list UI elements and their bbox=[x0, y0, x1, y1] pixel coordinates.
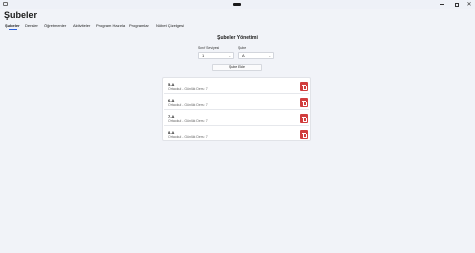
class-level-value: 1 bbox=[202, 53, 205, 58]
active-tab-indicator bbox=[9, 29, 17, 30]
maximize-button[interactable] bbox=[451, 0, 463, 9]
class-level-label: Sınıf Seviyesi bbox=[198, 46, 220, 50]
list-item: 8-A Ortaokul - Günlük Ders: 7 bbox=[164, 127, 309, 142]
branch-detail: Ortaokul - Günlük Ders: 7 bbox=[168, 119, 208, 123]
branch-detail: Ortaokul - Günlük Ders: 7 bbox=[168, 103, 208, 107]
trash-icon bbox=[302, 84, 307, 90]
tab-subeler[interactable]: Şubeler bbox=[5, 23, 20, 28]
tab-dersler[interactable]: Dersler bbox=[25, 23, 38, 28]
maximize-icon bbox=[455, 2, 459, 7]
list-item: 5-A Ortaokul - Günlük Ders: 7 bbox=[164, 79, 309, 94]
class-level-select[interactable]: 1 ⌄ bbox=[198, 52, 234, 59]
list-item: 7-A Ortaokul - Günlük Ders: 7 bbox=[164, 111, 309, 126]
delete-button[interactable] bbox=[300, 82, 308, 91]
app-icon bbox=[3, 2, 8, 6]
chevron-down-icon: ⌄ bbox=[268, 54, 271, 58]
title-bar: ✕ bbox=[0, 0, 475, 9]
branch-detail: Ortaokul - Günlük Ders: 7 bbox=[168, 135, 208, 139]
tab-nobet-cizelgesi[interactable]: Nöbet Çizelgesi bbox=[156, 23, 184, 28]
tab-bar: Şubeler Dersler Öğretmenler Aktiviteler … bbox=[0, 22, 475, 32]
page-title: Şubeler bbox=[4, 10, 38, 20]
delete-button[interactable] bbox=[300, 114, 308, 123]
trash-icon bbox=[302, 100, 307, 106]
tab-ogretmenler[interactable]: Öğretmenler bbox=[44, 23, 66, 28]
add-branch-button[interactable]: Şube Ekle bbox=[212, 64, 262, 71]
tab-program-hazirla[interactable]: Program Hazırla bbox=[96, 23, 125, 28]
section-title: Şubeler Yönetimi bbox=[217, 35, 258, 41]
close-icon: ✕ bbox=[466, 1, 472, 8]
branch-label: Şube bbox=[238, 46, 247, 50]
minimize-icon bbox=[440, 4, 444, 5]
close-button[interactable]: ✕ bbox=[463, 0, 475, 9]
tab-aktiviteler[interactable]: Aktiviteler bbox=[73, 23, 90, 28]
branch-detail: Ortaokul - Günlük Ders: 7 bbox=[168, 87, 208, 91]
branch-list: 5-A Ortaokul - Günlük Ders: 7 6-A Ortaok… bbox=[162, 77, 311, 141]
list-item: 6-A Ortaokul - Günlük Ders: 7 bbox=[164, 95, 309, 110]
chevron-down-icon: ⌄ bbox=[228, 54, 231, 58]
branch-select[interactable]: A ⌄ bbox=[238, 52, 274, 59]
drag-handle[interactable] bbox=[233, 3, 241, 6]
trash-icon bbox=[302, 116, 307, 122]
branch-value: A bbox=[242, 53, 245, 58]
tab-programlar[interactable]: Programlar bbox=[129, 23, 149, 28]
delete-button[interactable] bbox=[300, 98, 308, 107]
delete-button[interactable] bbox=[300, 130, 308, 139]
minimize-button[interactable] bbox=[436, 0, 448, 9]
trash-icon bbox=[302, 132, 307, 138]
